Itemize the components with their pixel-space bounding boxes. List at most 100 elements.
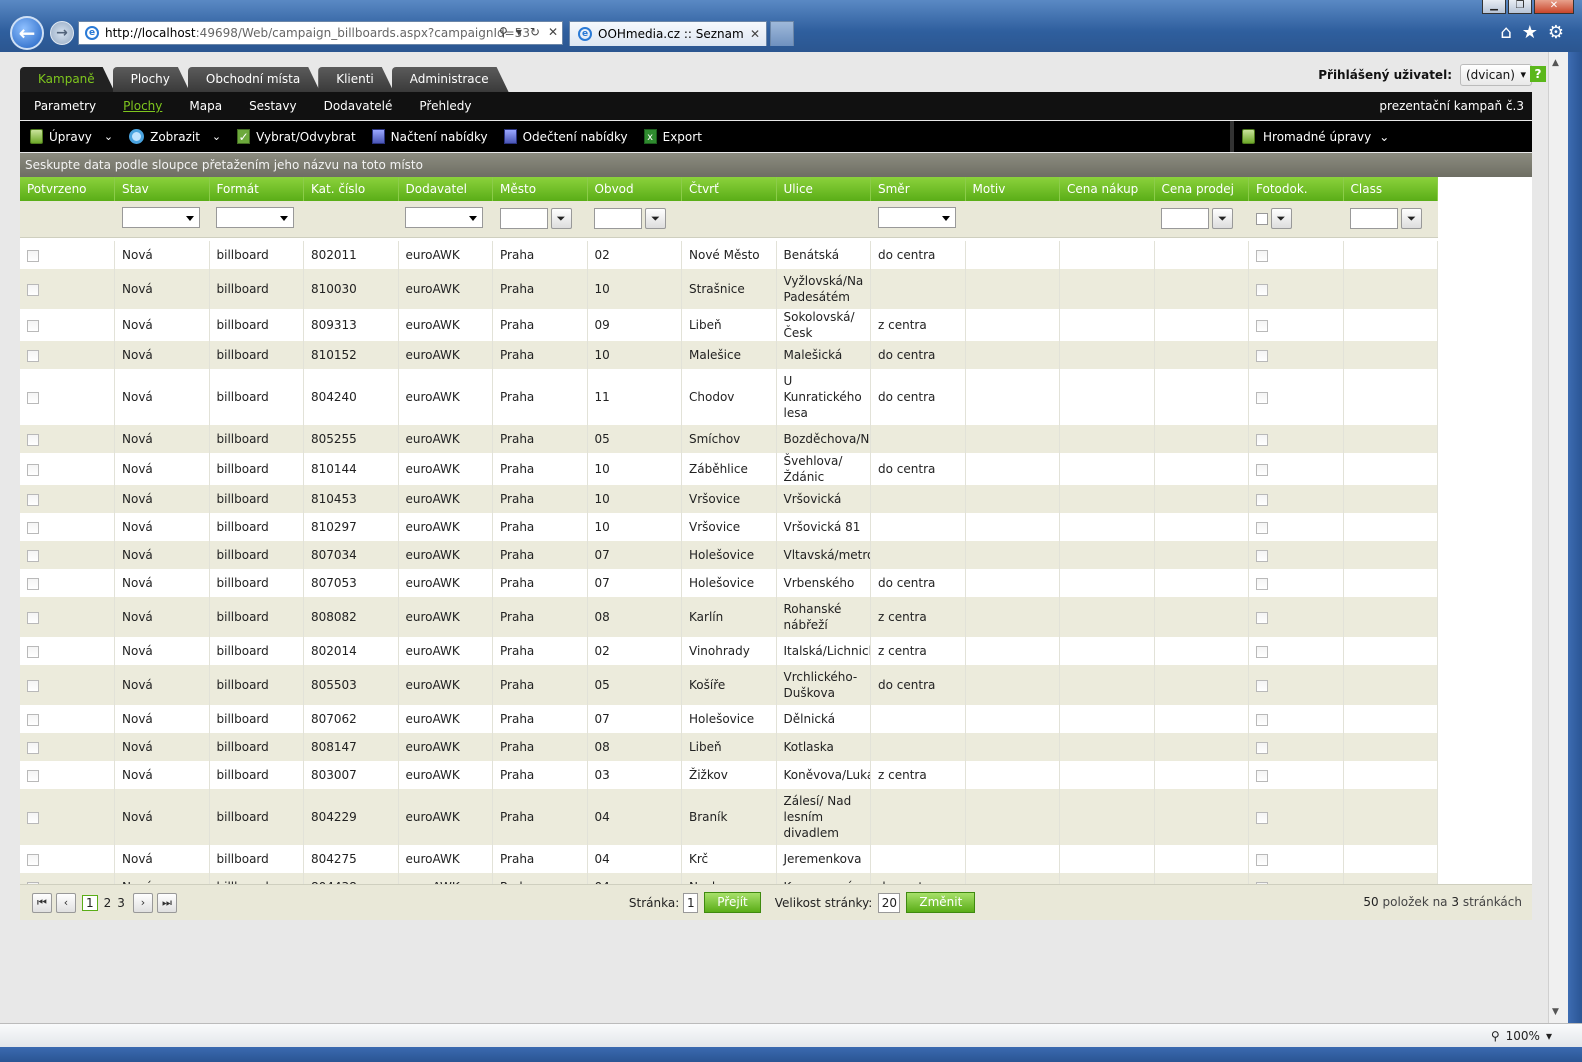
potvrzeno-checkbox[interactable] — [27, 391, 39, 404]
table-row[interactable]: Nová billboard 805255 euroAWK Praha 05 Smíchov… — [20, 425, 1438, 453]
col-ulice[interactable]: Ulice — [776, 177, 871, 201]
table-row[interactable]: Nová billboard 804240 euroAWK Praha 11 Chodov U… — [20, 369, 1438, 425]
fotodok-checkbox[interactable] — [1256, 283, 1268, 296]
table-row[interactable]: Nová billboard 808082 euroAWK Praha 08 Karlín R… — [20, 597, 1438, 637]
col-kat-cislo[interactable]: Kat. číslo — [303, 177, 399, 201]
col-ctvrt[interactable]: Čtvrť — [681, 177, 777, 201]
user-select[interactable]: (dvican) — [1460, 64, 1532, 86]
fotodok-checkbox[interactable] — [1256, 645, 1268, 658]
col-mesto[interactable]: Město — [492, 177, 588, 201]
table-row[interactable]: Nová billboard 804229 euroAWK Praha 04 Braník Z… — [20, 789, 1438, 845]
favorites-star-icon[interactable]: ★ — [1522, 22, 1538, 43]
cena-prodej-filter-input[interactable] — [1161, 208, 1209, 230]
fotodok-checkbox[interactable] — [1256, 249, 1268, 262]
address-bar[interactable]: e http://localhost:49698/Web/campaign_bi… — [78, 21, 563, 45]
first-page-icon[interactable]: ⏮ — [32, 892, 52, 913]
potvrzeno-checkbox[interactable] — [27, 433, 39, 446]
table-row[interactable]: Novábillboard804438euroAWKPraha04NusleKo… — [20, 873, 1438, 884]
fotodok-checkbox[interactable] — [1256, 463, 1268, 476]
filter-icon[interactable]: ⏷ — [1270, 208, 1292, 230]
col-class[interactable]: Class — [1343, 177, 1438, 201]
table-row[interactable]: Nová billboard 810453 euroAWK Praha 10 Vršovic… — [20, 485, 1438, 513]
new-tab-button[interactable] — [770, 21, 794, 46]
fotodok-checkbox[interactable] — [1256, 769, 1268, 782]
forward-button[interactable]: → — [50, 21, 74, 45]
search-icon[interactable]: ⚲ — [499, 25, 508, 39]
tab-obchodni-mista[interactable]: Obchodní místa — [188, 67, 320, 92]
table-row[interactable]: Nová billboard 810297 euroAWK Praha 10 Vršovic… — [20, 513, 1438, 541]
smer-filter-select[interactable] — [877, 206, 956, 228]
group-by-panel[interactable]: Seskupte data podle sloupce přetažením j… — [20, 153, 1532, 177]
page-size-input[interactable]: 20 — [878, 892, 901, 913]
help-icon[interactable]: ? — [1530, 66, 1546, 82]
fotodok-checkbox[interactable] — [1256, 713, 1268, 726]
close-window-icon[interactable]: ✕ — [1534, 0, 1574, 14]
vertical-scrollbar[interactable]: ▲ ▼ — [1548, 52, 1568, 1023]
potvrzeno-checkbox[interactable] — [27, 769, 39, 782]
subnav-plochy[interactable]: Plochy — [123, 99, 162, 113]
table-row[interactable]: Nová billboard 805503 euroAWK Praha 05 Košíře V… — [20, 665, 1438, 705]
fotodok-checkbox[interactable] — [1256, 853, 1268, 866]
table-row[interactable]: Nová billboard 802014 euroAWK Praha 02 Vinohra… — [20, 637, 1438, 665]
potvrzeno-checkbox[interactable] — [27, 577, 39, 590]
potvrzeno-checkbox[interactable] — [27, 741, 39, 754]
table-row[interactable]: Nová billboard 802011 euroAWK Praha 02 Nové Mě… — [20, 241, 1438, 269]
prev-page-icon[interactable]: ‹ — [56, 892, 76, 913]
col-format[interactable]: Formát — [209, 177, 304, 201]
change-size-button[interactable]: Změnit — [906, 892, 976, 913]
scroll-up-icon[interactable]: ▲ — [1552, 58, 1559, 68]
fotodok-checkbox[interactable] — [1256, 521, 1268, 534]
zobrazit-menu[interactable]: Zobrazit ⌄ — [129, 129, 221, 144]
dodavatel-filter-select[interactable] — [405, 206, 483, 228]
potvrzeno-checkbox[interactable] — [27, 713, 39, 726]
col-cena-nakup[interactable]: Cena nákup — [1059, 177, 1155, 201]
table-row[interactable]: Nová billboard 807062 euroAWK Praha 07 Holešov… — [20, 705, 1438, 733]
subnav-mapa[interactable]: Mapa — [189, 99, 222, 113]
class-filter-input[interactable] — [1350, 208, 1398, 230]
potvrzeno-checkbox[interactable] — [27, 679, 39, 692]
col-fotodok[interactable]: Fotodok. — [1248, 177, 1344, 201]
fotodok-checkbox[interactable] — [1256, 391, 1268, 404]
subnav-dodavatele[interactable]: Dodavatelé — [324, 99, 393, 113]
vybrat-button[interactable]: ✓ Vybrat/Odvybrat — [237, 129, 356, 144]
potvrzeno-checkbox[interactable] — [27, 853, 39, 866]
page-link-3[interactable]: 3 — [117, 896, 125, 910]
fotodok-checkbox[interactable] — [1256, 741, 1268, 754]
mesto-filter-input[interactable] — [499, 208, 548, 230]
odecteni-button[interactable]: Odečtení nabídky — [503, 129, 628, 144]
nacteni-button[interactable]: Načtení nabídky — [371, 129, 488, 144]
tab-plochy[interactable]: Plochy — [113, 67, 190, 92]
table-row[interactable]: Nová billboard 807034 euroAWK Praha 07 Holešov… — [20, 541, 1438, 569]
subnav-prehledy[interactable]: Přehledy — [419, 99, 471, 113]
table-row[interactable]: Nová billboard 803007 euroAWK Praha 03 Žižkov K… — [20, 761, 1438, 789]
stav-filter-select[interactable] — [121, 206, 200, 228]
potvrzeno-checkbox[interactable] — [27, 521, 39, 534]
potvrzeno-checkbox[interactable] — [27, 493, 39, 506]
minimize-icon[interactable]: ▁ — [1482, 0, 1506, 14]
gear-icon[interactable]: ⚙ — [1548, 22, 1564, 43]
potvrzeno-checkbox[interactable] — [27, 811, 39, 824]
close-tab-icon[interactable]: ✕ — [750, 27, 760, 41]
fotodok-checkbox[interactable] — [1256, 577, 1268, 590]
upravy-menu[interactable]: Úpravy ⌄ — [30, 129, 113, 144]
fotodok-checkbox[interactable] — [1256, 433, 1268, 446]
potvrzeno-checkbox[interactable] — [27, 283, 39, 296]
filter-icon[interactable]: ⏷ — [550, 208, 572, 230]
subnav-parametry[interactable]: Parametry — [34, 99, 96, 113]
table-row[interactable]: Nová billboard 807053 euroAWK Praha 07 Holešov… — [20, 569, 1438, 597]
potvrzeno-checkbox[interactable] — [27, 349, 39, 362]
fotodok-checkbox[interactable] — [1256, 319, 1268, 332]
potvrzeno-checkbox[interactable] — [27, 319, 39, 332]
table-row[interactable]: Nová billboard 809313 euroAWK Praha 09 Libeň So… — [20, 309, 1438, 341]
col-smer[interactable]: Směr — [870, 177, 966, 201]
next-page-icon[interactable]: › — [132, 892, 153, 913]
browser-tab[interactable]: e OOHmedia.cz :: Seznam pl... ✕ — [569, 21, 767, 46]
fotodok-checkbox[interactable] — [1256, 493, 1268, 506]
home-icon[interactable]: ⌂ — [1500, 22, 1511, 43]
refresh-icon[interactable]: ↻ — [530, 25, 540, 39]
col-obvod[interactable]: Obvod — [587, 177, 682, 201]
potvrzeno-checkbox[interactable] — [27, 645, 39, 658]
potvrzeno-checkbox[interactable] — [27, 249, 39, 262]
col-potvrzeno[interactable]: Potvrzeno — [20, 177, 115, 201]
table-row[interactable]: Nová billboard 804275 euroAWK Praha 04 Krč Jere… — [20, 845, 1438, 873]
